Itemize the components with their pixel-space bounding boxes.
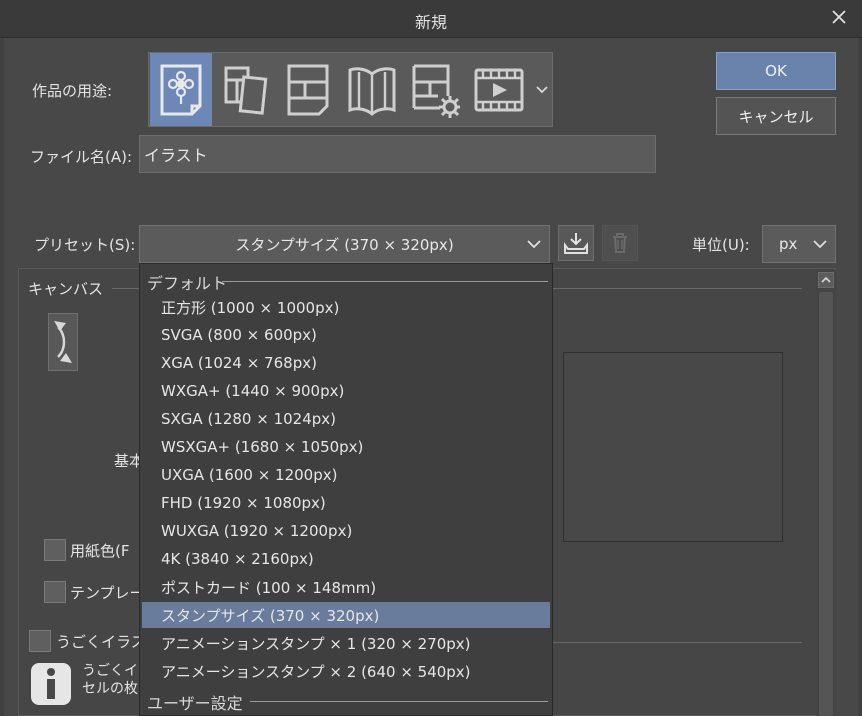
template-label: テンプレー: [70, 584, 145, 602]
group-default-label: デフォルト: [147, 274, 228, 293]
preset-option[interactable]: ポストカード (100 × 148mm): [142, 574, 550, 600]
section-divider: [552, 288, 802, 289]
section-divider: [552, 642, 802, 643]
window-title: 新規: [414, 13, 447, 32]
info-text-line2: セルの枚: [82, 681, 138, 697]
filename-label: ファイル名(A):: [30, 148, 133, 166]
usage-illustration-button[interactable]: [150, 53, 212, 126]
canvas-section-label: キャンバス: [28, 280, 104, 298]
preset-option[interactable]: 正方形 (1000 × 1000px): [142, 294, 550, 320]
chevron-down-icon: [813, 240, 827, 249]
unit-value: px: [779, 235, 798, 253]
comic-page-icon: [287, 64, 329, 115]
cancel-button[interactable]: キャンセル: [716, 97, 836, 135]
close-icon[interactable]: [830, 8, 848, 26]
template-checkbox[interactable]: [44, 581, 66, 603]
preset-option[interactable]: スタンプサイズ (370 × 320px): [142, 602, 550, 628]
scroll-up-button[interactable]: [818, 272, 834, 288]
chevron-down-icon: [527, 240, 541, 249]
illustration-icon: [160, 64, 202, 115]
unit-label: 単位(U):: [692, 236, 750, 254]
preset-option[interactable]: SVGA (800 × 600px): [142, 322, 550, 348]
delete-preset-button[interactable]: [602, 225, 638, 261]
preset-select[interactable]: スタンプサイズ (370 × 320px): [139, 225, 550, 263]
animation-icon: [474, 68, 524, 111]
usage-selector: [148, 52, 553, 127]
rotate-swap-icon: [54, 321, 72, 363]
book-icon: [348, 66, 396, 116]
usage-comic-button[interactable]: [214, 53, 276, 126]
save-preset-button[interactable]: [558, 225, 594, 261]
preset-option[interactable]: 4K (3840 × 2160px): [142, 546, 550, 572]
usage-book-button[interactable]: [341, 53, 403, 126]
preset-option[interactable]: アニメーションスタンプ × 1 (320 × 270px): [142, 630, 550, 656]
usage-label: 作品の用途:: [32, 82, 113, 100]
dropdown-group-user: ユーザー設定: [140, 686, 552, 714]
trash-icon: [613, 233, 627, 253]
paper-color-label: 用紙色(F: [70, 542, 130, 560]
preset-option[interactable]: WXGA+ (1440 × 900px): [142, 378, 550, 404]
preset-option[interactable]: XGA (1024 × 768px): [142, 350, 550, 376]
dropdown-group-default: デフォルト: [140, 266, 552, 294]
page-settings-icon: [412, 64, 460, 118]
preset-option[interactable]: WUXGA (1920 × 1200px): [142, 518, 550, 544]
unit-select[interactable]: px: [762, 225, 836, 263]
chevron-up-icon: [821, 276, 831, 283]
preset-option[interactable]: FHD (1920 × 1080px): [142, 490, 550, 516]
scrollbar[interactable]: [816, 270, 836, 716]
title-bar: 新規: [0, 0, 862, 38]
usage-comic-page-button[interactable]: [277, 53, 339, 126]
animated-illustration-checkbox[interactable]: [29, 630, 51, 652]
filename-input[interactable]: イラスト: [139, 135, 656, 173]
preset-option[interactable]: SXGA (1280 × 1024px): [142, 406, 550, 432]
scroll-thumb[interactable]: [819, 292, 833, 716]
preset-option[interactable]: UXGA (1600 × 1200px): [142, 462, 550, 488]
ok-button[interactable]: OK: [716, 52, 836, 90]
usage-page-settings-button[interactable]: [404, 53, 466, 126]
preset-value: スタンプサイズ (370 × 320px): [235, 235, 454, 254]
group-user-label: ユーザー設定: [147, 694, 243, 713]
preset-label: プリセット(S):: [34, 236, 136, 254]
preset-dropdown-list: デフォルト 正方形 (1000 × 1000px) SVGA (800 × 600…: [139, 263, 553, 716]
section-divider: [112, 288, 142, 289]
swap-orientation-button[interactable]: [48, 313, 78, 371]
preset-option[interactable]: アニメーションスタンプ × 2 (640 × 540px): [142, 658, 550, 684]
paper-color-checkbox[interactable]: [44, 539, 66, 561]
chevron-down-icon[interactable]: [534, 81, 550, 97]
preset-option[interactable]: WSXGA+ (1680 × 1050px): [142, 434, 550, 460]
comic-icon: [224, 66, 268, 115]
canvas-preview: [563, 352, 783, 542]
usage-animation-button[interactable]: [467, 53, 531, 126]
info-icon: [31, 663, 71, 705]
download-tray-icon: [564, 233, 588, 254]
